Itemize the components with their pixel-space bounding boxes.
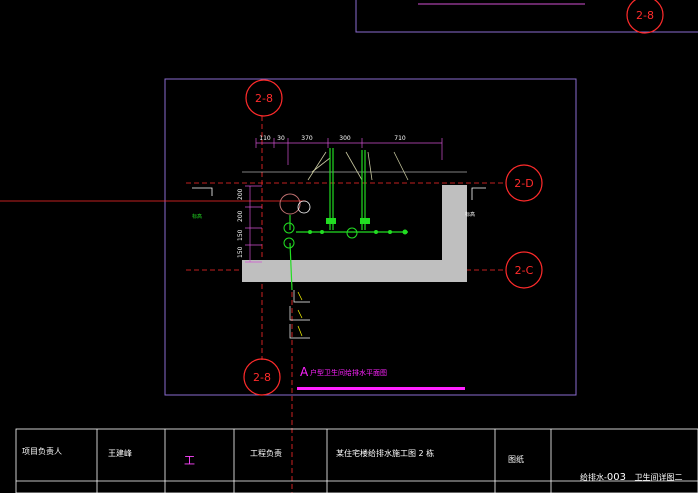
grid-bubble-right-upper: 2-D bbox=[505, 164, 543, 202]
title-block-drawing-no: 给排水-003 卫生间详图二 bbox=[580, 472, 683, 483]
dim-left-3: 150 bbox=[237, 229, 244, 241]
section-marker-left bbox=[192, 187, 213, 196]
floor-drains-green bbox=[283, 222, 358, 249]
side-label-right: 标高 bbox=[465, 211, 475, 218]
dim-top-4: 300 bbox=[339, 135, 351, 142]
title-block-project-lead: 项目负责人 bbox=[22, 447, 62, 456]
cad-drawing-canvas[interactable]: 2-8 2-8 2-8 2-D 2-C 110 30 370 300 710 2… bbox=[0, 0, 698, 493]
drawing-name-text: 某住宅楼给排水施工图 bbox=[336, 449, 416, 458]
title-block-lead-value: 王建峰 bbox=[108, 449, 132, 458]
side-label-left: 标高 bbox=[192, 213, 202, 220]
dim-top-5: 710 bbox=[394, 135, 406, 142]
title-block-grid bbox=[15, 428, 698, 493]
dim-top-1: 110 bbox=[259, 135, 271, 142]
grid-bubble-right-lower-label: 2-C bbox=[515, 264, 534, 277]
title-block-drawing-name: 某住宅楼给排水施工图 2 栋 bbox=[336, 448, 434, 459]
title-block-stage: 图纸 bbox=[508, 455, 524, 464]
grid-bubble-top: 2-8 bbox=[245, 79, 283, 117]
detail-title-text: 户型卫生间给排水平面图 bbox=[310, 368, 387, 377]
detail-frame bbox=[164, 78, 577, 396]
floor-drain-upper bbox=[279, 193, 301, 215]
dim-left-4: 150 bbox=[237, 246, 244, 258]
detail-title-marker: A bbox=[300, 365, 309, 379]
dim-top-3: 370 bbox=[301, 135, 313, 142]
grid-bubble-top-label: 2-8 bbox=[255, 92, 273, 105]
drawing-no-value: 003 bbox=[606, 472, 626, 483]
grid-bubble-top-right-label: 2-8 bbox=[636, 9, 654, 22]
dimension-text-left: 200 200 150 150 bbox=[237, 188, 244, 258]
dim-top-2: 30 bbox=[277, 135, 285, 142]
drawing-name-suffix: 2 栋 bbox=[418, 449, 435, 458]
grid-bubble-right-upper-label: 2-D bbox=[514, 177, 533, 190]
grid-bubble-bottom-label: 2-8 bbox=[253, 371, 271, 384]
grid-bubble-right-lower: 2-C bbox=[505, 251, 543, 289]
grid-bubble-bottom: 2-8 bbox=[243, 358, 281, 396]
detail-title-underline bbox=[297, 387, 465, 390]
riser-symbols bbox=[289, 290, 310, 339]
walls bbox=[242, 185, 467, 282]
title-block-mark: 工 bbox=[184, 454, 195, 467]
title-block-checker: 工程负责 bbox=[250, 449, 282, 458]
grid-bubble-top-right: 2-8 bbox=[626, 0, 664, 34]
section-marker-right bbox=[471, 187, 486, 200]
dim-left-2: 200 bbox=[237, 210, 244, 222]
dim-left-1: 200 bbox=[237, 188, 244, 200]
fixtures bbox=[307, 151, 409, 181]
drawing-no-suffix: 卫生间详图二 bbox=[634, 473, 683, 482]
drawing-no-prefix: 给排水- bbox=[580, 473, 607, 482]
dimension-lines bbox=[245, 138, 443, 263]
dimension-text-top: 110 30 370 300 710 bbox=[259, 135, 406, 142]
